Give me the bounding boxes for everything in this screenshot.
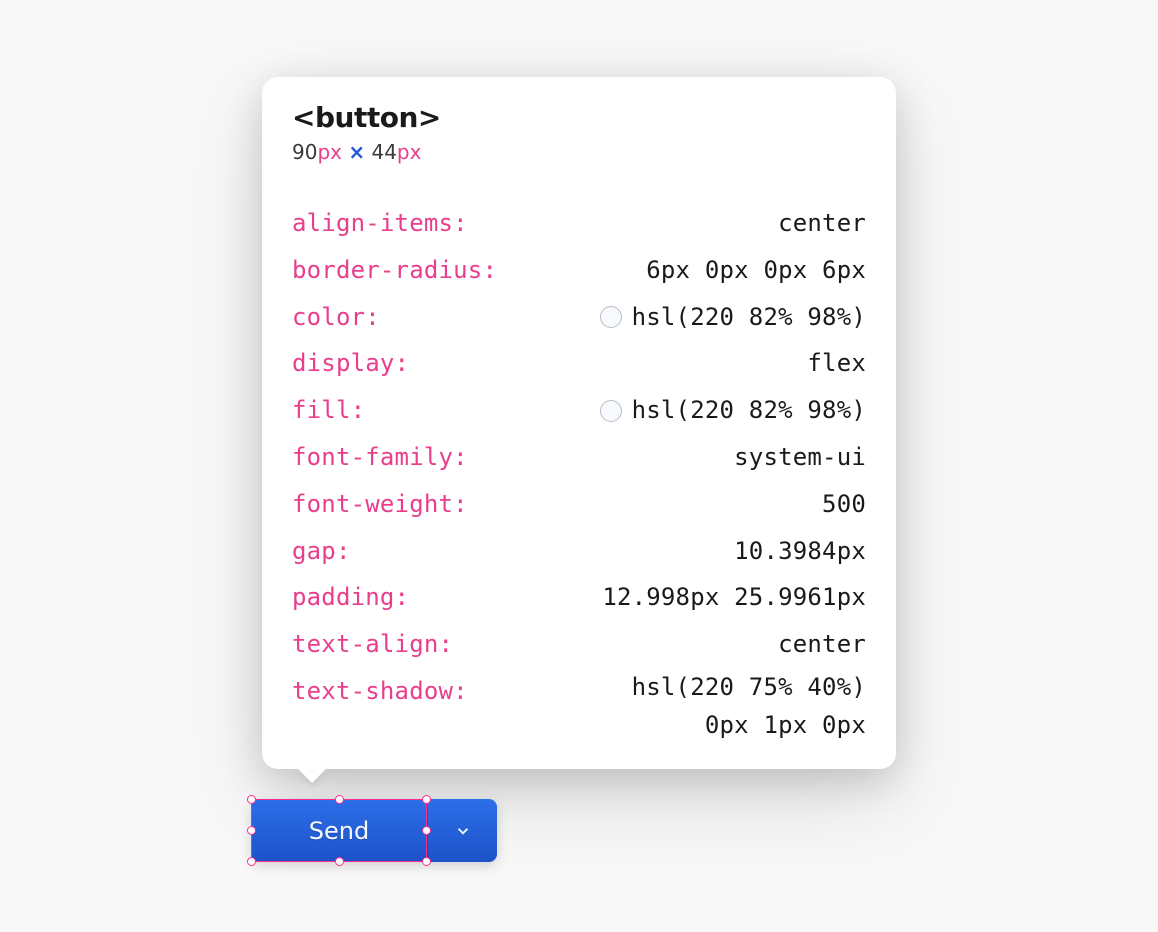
height-value: 44 bbox=[371, 140, 396, 164]
dimension-separator: × bbox=[348, 140, 365, 164]
css-property-row: fill: hsl(220 82% 98%) bbox=[292, 387, 866, 434]
css-property-name: gap: bbox=[292, 528, 351, 575]
css-property-row: font-family: system-ui bbox=[292, 434, 866, 481]
css-property-name: border-radius: bbox=[292, 247, 497, 294]
css-property-name: color: bbox=[292, 294, 380, 341]
css-property-name: text-align: bbox=[292, 621, 453, 668]
css-property-name: align-items: bbox=[292, 200, 468, 247]
css-property-value: flex bbox=[807, 340, 866, 387]
css-properties-list: align-items: center border-radius: 6px 0… bbox=[292, 200, 866, 745]
chevron-down-icon bbox=[454, 822, 472, 840]
css-property-value: hsl(220 82% 98%) bbox=[632, 294, 866, 341]
css-property-name: text-shadow: bbox=[292, 668, 468, 715]
css-inspector-tooltip: <button> 90px × 44px align-items: center… bbox=[262, 77, 896, 769]
css-property-value: hsl(220 82% 98%) bbox=[632, 387, 866, 434]
css-property-value: 500 bbox=[822, 481, 866, 528]
inspected-element-tag: <button> bbox=[292, 101, 866, 134]
element-dimensions: 90px × 44px bbox=[292, 140, 866, 164]
css-property-name: padding: bbox=[292, 574, 409, 621]
color-swatch-icon[interactable] bbox=[600, 306, 622, 328]
css-property-name: font-weight: bbox=[292, 481, 468, 528]
color-swatch-icon[interactable] bbox=[600, 400, 622, 422]
css-property-value: 6px 0px 0px 6px bbox=[646, 247, 866, 294]
css-property-row: text-align: center bbox=[292, 621, 866, 668]
css-property-row: font-weight: 500 bbox=[292, 481, 866, 528]
height-unit: px bbox=[397, 140, 422, 164]
send-button-group: Send bbox=[251, 799, 497, 862]
css-property-value: center bbox=[778, 621, 866, 668]
send-dropdown-button[interactable] bbox=[427, 799, 497, 862]
css-property-value: system-ui bbox=[734, 434, 866, 481]
css-property-row: border-radius: 6px 0px 0px 6px bbox=[292, 247, 866, 294]
css-property-row: text-shadow: hsl(220 75% 40%) 0px 1px 0p… bbox=[292, 668, 866, 745]
css-property-row: color: hsl(220 82% 98%) bbox=[292, 294, 866, 341]
css-property-name: font-family: bbox=[292, 434, 468, 481]
css-property-name: fill: bbox=[292, 387, 365, 434]
css-property-value: 10.3984px bbox=[734, 528, 866, 575]
css-property-value: center bbox=[778, 200, 866, 247]
css-property-row: display: flex bbox=[292, 340, 866, 387]
css-property-value: 12.998px 25.9961px bbox=[602, 574, 866, 621]
css-property-row: align-items: center bbox=[292, 200, 866, 247]
css-property-row: padding: 12.998px 25.9961px bbox=[292, 574, 866, 621]
send-button[interactable]: Send bbox=[251, 799, 427, 862]
tooltip-arrow-icon bbox=[298, 769, 326, 783]
css-property-name: display: bbox=[292, 340, 409, 387]
css-property-value: hsl(220 75% 40%) 0px 1px 0px bbox=[632, 668, 866, 745]
width-value: 90 bbox=[292, 140, 317, 164]
css-property-row: gap: 10.3984px bbox=[292, 528, 866, 575]
width-unit: px bbox=[317, 140, 342, 164]
send-button-label: Send bbox=[309, 817, 369, 845]
